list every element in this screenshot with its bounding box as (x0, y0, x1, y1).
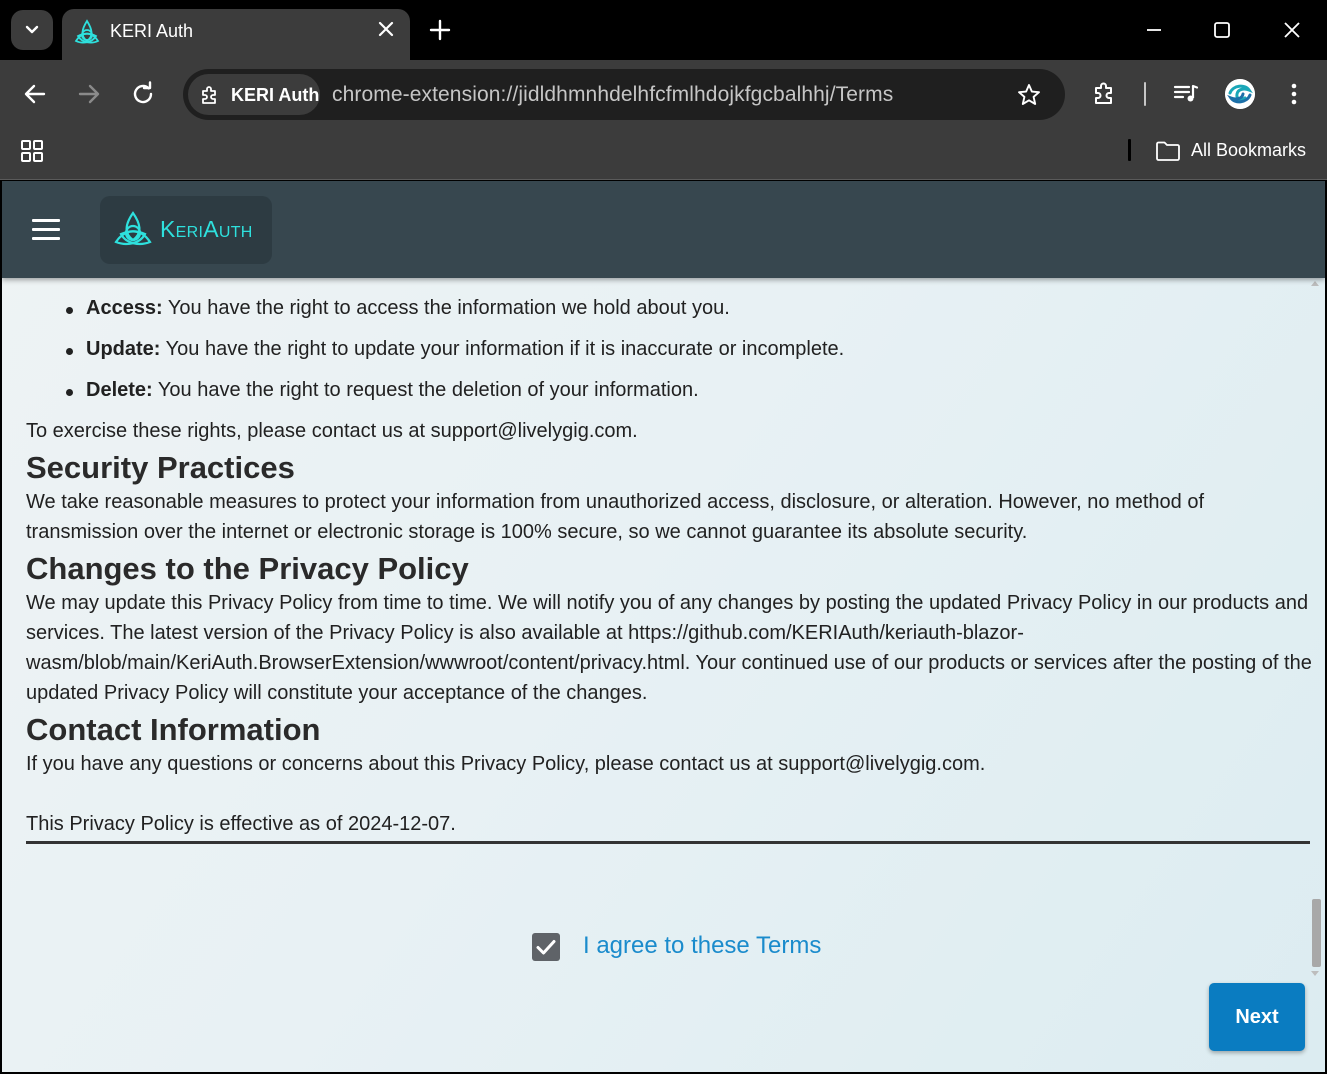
section-heading: Security Practices (26, 450, 295, 485)
forward-arrow-icon[interactable] (76, 81, 102, 107)
right-text: You have the right to request the deleti… (152, 379, 699, 401)
extension-page: KeriAuth You have the following rights w… (2, 181, 1325, 1072)
scroll-up-arrow-icon[interactable] (1311, 281, 1319, 286)
back-arrow-icon[interactable] (22, 81, 48, 107)
close-tab-icon[interactable] (376, 19, 396, 39)
address-bar[interactable]: KERI Auth chrome-extension://jidldhmnhde… (183, 69, 1065, 120)
bookmark-star-icon[interactable] (1016, 82, 1042, 108)
list-item: Delete: You have the right to request th… (26, 375, 1314, 406)
toolbar-divider (1144, 82, 1146, 106)
section-body: If you have any questions or concerns ab… (26, 753, 986, 775)
terms-divider (26, 841, 1310, 844)
section-heading: Contact Information (26, 712, 321, 747)
section-body: We take reasonable measures to protect y… (26, 491, 1205, 543)
list-item: Update: You have the right to update you… (26, 334, 1314, 365)
checkmark-icon (536, 940, 556, 955)
media-controls-icon[interactable] (1172, 80, 1200, 108)
site-chip-label: KERI Auth (231, 85, 320, 105)
browser-tab[interactable]: KERI Auth (62, 9, 410, 60)
profile-avatar[interactable] (1225, 79, 1255, 109)
bookmarks-bar: All Bookmarks (0, 128, 1327, 180)
right-term: Access: (86, 297, 163, 319)
bookmarks-divider (1128, 139, 1131, 161)
site-info-chip[interactable]: KERI Auth (188, 74, 320, 115)
scrollbar[interactable] (1309, 281, 1323, 981)
rights-list: Access: You have the right to access the… (26, 293, 1314, 406)
new-tab-icon[interactable] (428, 18, 452, 42)
url-text[interactable]: chrome-extension://jidldhmnhdelhfcfmlhdo… (332, 83, 893, 107)
apps-grid-icon[interactable] (20, 139, 44, 163)
minimize-icon[interactable] (1142, 18, 1166, 42)
rights-contact-text: To exercise these rights, please contact… (26, 420, 638, 442)
tab-strip: KERI Auth (0, 0, 1327, 60)
folder-icon[interactable] (1155, 138, 1181, 164)
effective-date: This Privacy Policy is effective as of 2… (26, 813, 456, 835)
extensions-icon[interactable] (1092, 80, 1120, 108)
section-body: We may update this Privacy Policy from t… (26, 592, 1312, 704)
keri-triquetra-icon (74, 19, 100, 44)
agree-checkbox[interactable] (532, 933, 560, 961)
brand-logo-button[interactable]: KeriAuth (100, 196, 272, 264)
extension-puzzle-icon (202, 86, 216, 104)
keri-triquetra-icon (114, 211, 152, 245)
scrollbar-thumb[interactable] (1312, 899, 1321, 967)
terms-content: You have the following rights with respe… (26, 241, 1314, 844)
all-bookmarks-link[interactable]: All Bookmarks (1191, 140, 1306, 161)
reload-icon[interactable] (130, 81, 156, 107)
right-term: Update: (86, 338, 161, 360)
menu-icon[interactable] (32, 219, 62, 241)
profile-logo-icon (1225, 79, 1255, 109)
chevron-down-icon (25, 25, 39, 34)
browser-toolbar: KERI Auth chrome-extension://jidldhmnhde… (0, 60, 1327, 128)
next-button[interactable]: Next (1209, 983, 1305, 1051)
right-text: You have the right to access the informa… (162, 297, 730, 319)
app-bar: KeriAuth (2, 181, 1325, 278)
section-heading: Changes to the Privacy Policy (26, 551, 469, 586)
tab-search-button[interactable] (11, 10, 53, 50)
brand-name: KeriAuth (160, 216, 253, 242)
maximize-icon[interactable] (1210, 18, 1234, 42)
list-item: Access: You have the right to access the… (26, 293, 1314, 324)
right-text: You have the right to update your inform… (160, 338, 845, 360)
more-options-icon[interactable] (1280, 80, 1308, 108)
right-term: Delete: (86, 379, 153, 401)
scroll-down-arrow-icon[interactable] (1311, 971, 1319, 976)
close-window-icon[interactable] (1280, 18, 1304, 42)
agree-label[interactable]: I agree to these Terms (583, 932, 821, 960)
tab-title: KERI Auth (110, 21, 194, 41)
